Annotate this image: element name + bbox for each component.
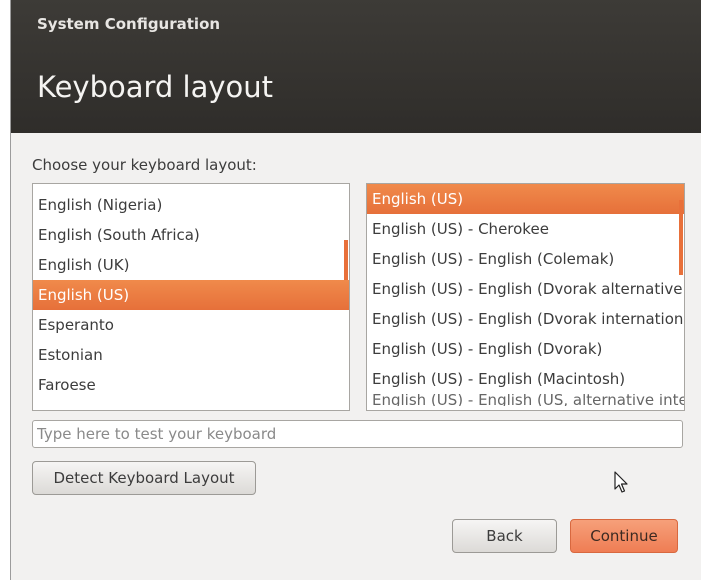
keyboard-test-input[interactable] <box>32 420 683 448</box>
header-subtitle: System Configuration <box>37 15 221 33</box>
layout-list-item[interactable]: Faroese <box>33 370 349 400</box>
variant-list-item[interactable]: English (US) - English (Dvorak alternati… <box>367 274 684 304</box>
variant-list-item[interactable]: English (US) - Cherokee <box>367 214 684 244</box>
variant-list[interactable]: English (US) English (US) - Cherokee Eng… <box>366 183 685 411</box>
continue-button[interactable]: Continue <box>570 519 678 553</box>
variant-list-scroll-indicator[interactable] <box>679 200 683 275</box>
layout-list-item[interactable]: English (UK) <box>33 250 349 280</box>
variant-list-item[interactable]: English (US) - English (Dvorak) <box>367 334 684 364</box>
layout-list-item[interactable]: Esperanto <box>33 310 349 340</box>
variant-list-item-clipped[interactable]: English (US) - English (US, alternative … <box>367 394 684 406</box>
choose-layout-label: Choose your keyboard layout: <box>32 156 257 174</box>
layout-list-item[interactable]: English (South Africa) <box>33 220 349 250</box>
layout-list-item[interactable]: English (Nigeria) <box>33 190 349 220</box>
variant-list-item[interactable]: English (US) - English (Colemak) <box>367 244 684 274</box>
mouse-cursor-icon <box>614 471 628 493</box>
header-bar: System Configuration Keyboard layout <box>11 0 701 133</box>
detect-keyboard-layout-button[interactable]: Detect Keyboard Layout <box>32 461 256 495</box>
variant-list-item[interactable]: English (US) - English (Macintosh) <box>367 364 684 394</box>
variant-list-item[interactable]: English (US) - English (Dvorak internati… <box>367 304 684 334</box>
layout-list[interactable]: English (Nigeria) English (South Africa)… <box>32 183 350 411</box>
layout-list-scroll-indicator[interactable] <box>344 240 348 280</box>
installer-window: System Configuration Keyboard layout Cho… <box>10 0 701 580</box>
layout-list-item[interactable]: Estonian <box>33 340 349 370</box>
back-button[interactable]: Back <box>452 519 557 553</box>
variant-list-item-selected[interactable]: English (US) <box>367 184 684 214</box>
layout-list-item-selected[interactable]: English (US) <box>33 280 349 310</box>
page-title: Keyboard layout <box>37 70 274 104</box>
